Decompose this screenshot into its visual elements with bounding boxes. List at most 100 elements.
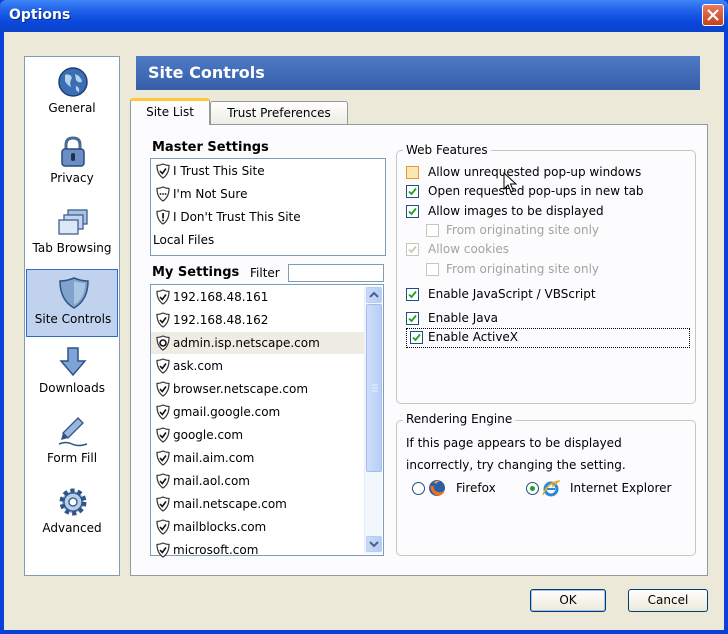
lock-icon (61, 136, 85, 167)
cookies-originating-checkbox[interactable] (426, 263, 439, 276)
chevron-up-icon (369, 291, 379, 298)
title-bar[interactable]: Options (0, 0, 728, 32)
allow-cookies-checkbox[interactable] (406, 243, 419, 256)
list-item-label: I'm Not Sure (173, 187, 248, 201)
popups-new-tab-label: Open requested pop-ups in new tab (428, 184, 644, 198)
panel-title: Site Controls (148, 63, 265, 82)
close-button[interactable] (702, 4, 724, 26)
site-list-item-label: mailblocks.com (173, 520, 267, 534)
site-list-item[interactable]: google.com (153, 424, 363, 446)
trust-shield-icon (156, 450, 170, 466)
site-list-scrollbar[interactable] (364, 286, 382, 554)
filter-label: Filter (250, 266, 280, 280)
site-list-item-label: mail.netscape.com (173, 497, 287, 511)
trust-shield-icon (156, 496, 170, 512)
check-icon (408, 207, 417, 216)
site-list-item[interactable]: browser.netscape.com (153, 378, 363, 400)
scroll-down-button[interactable] (366, 536, 382, 552)
site-list-item-label: 192.168.48.162 (173, 313, 269, 327)
cancel-button[interactable]: Cancel (628, 589, 708, 612)
ok-button[interactable]: OK (530, 589, 606, 612)
site-list-item[interactable]: admin.isp.netscape.com (151, 332, 365, 354)
site-list-item[interactable]: microsoft.com (153, 539, 363, 561)
site-list-item[interactable]: mail.aim.com (153, 447, 363, 469)
enable-activex-checkbox[interactable] (410, 331, 423, 344)
sidebar-item-general[interactable]: General (26, 59, 118, 127)
popup-windows-label: Allow unrequested pop-up windows (428, 165, 642, 179)
site-list-item[interactable]: 192.168.48.161 (153, 286, 363, 308)
site-list-item[interactable]: mailblocks.com (153, 516, 363, 538)
list-item-label: I Trust This Site (173, 164, 265, 178)
trust-shield-icon (156, 312, 170, 328)
site-list-item-label: microsoft.com (173, 543, 259, 557)
sidebar-item-form-fill[interactable]: Form Fill (26, 409, 118, 477)
sidebar-item-label: Tab Browsing (32, 241, 112, 255)
site-list[interactable]: 192.168.48.161 192.168.48.162 admin.isp.ne… (150, 284, 384, 558)
check-icon (408, 187, 417, 196)
site-list-item[interactable]: gmail.google.com (153, 401, 363, 423)
master-settings-heading: Master Settings (152, 140, 269, 155)
options-window: Options General Privacy Tab Browsing Sit… (0, 0, 728, 634)
internet-explorer-radio[interactable] (526, 482, 539, 495)
sidebar-item-site-controls[interactable]: Site Controls (26, 269, 118, 337)
scroll-thumb[interactable] (366, 304, 382, 472)
sidebar-item-advanced[interactable]: Advanced (26, 479, 118, 547)
enable-javascript-checkbox[interactable] (406, 288, 419, 301)
sidebar-item-tab-browsing[interactable]: Tab Browsing (26, 199, 118, 267)
window-title: Options (9, 7, 71, 23)
site-list-item[interactable]: ask.com (153, 355, 363, 377)
popup-windows-checkbox[interactable] (406, 166, 419, 179)
rendering-engine-heading: Rendering Engine (403, 412, 516, 426)
allow-images-label: Allow images to be displayed (428, 204, 604, 218)
trust-shield-icon (156, 404, 170, 420)
sidebar-item-label: Form Fill (46, 451, 98, 465)
master-settings-list: I Trust This Site I'm Not Sure I Don't T… (150, 158, 386, 256)
trust-shield-icon (156, 519, 170, 535)
enable-activex-label: Enable ActiveX (428, 330, 519, 344)
site-list-item[interactable]: 192.168.48.162 (153, 309, 363, 331)
web-features-heading: Web Features (403, 143, 491, 157)
panel-header: Site Controls (136, 56, 700, 90)
sidebar-item-label: Privacy (50, 171, 94, 185)
trust-shield-icon (156, 473, 170, 489)
site-list-item-label: admin.isp.netscape.com (173, 336, 320, 350)
allow-images-checkbox[interactable] (406, 205, 419, 218)
tab-label: Site List (146, 105, 194, 119)
sidebar-item-label: Advanced (42, 521, 102, 535)
globe-icon (58, 67, 88, 97)
sidebar-item-label: Site Controls (34, 312, 112, 326)
scroll-up-button[interactable] (366, 287, 382, 303)
enable-java-checkbox[interactable] (406, 312, 419, 325)
trust-shield-icon (156, 289, 170, 305)
radio-dot (530, 486, 535, 491)
sidebar-item-downloads[interactable]: Downloads (26, 339, 118, 407)
trust-shield-icon (156, 163, 170, 179)
rendering-description-line1: If this page appears to be displayed (406, 436, 622, 450)
allow-cookies-label: Allow cookies (428, 242, 510, 256)
chevron-down-icon (369, 541, 379, 548)
trust-shield-icon (156, 427, 170, 443)
trust-shield-icon (156, 542, 170, 558)
firefox-radio[interactable] (412, 482, 425, 495)
sidebar-item-privacy[interactable]: Privacy (26, 129, 118, 197)
site-list-item-label: mail.aol.com (173, 474, 250, 488)
close-icon (707, 9, 719, 21)
unsure-shield-icon (156, 186, 170, 202)
enable-javascript-label: Enable JavaScript / VBScript (428, 287, 596, 301)
site-list-item[interactable]: mail.netscape.com (153, 493, 363, 515)
check-icon (408, 245, 417, 254)
sidebar-item-label: General (48, 101, 96, 115)
popups-new-tab-checkbox[interactable] (406, 185, 419, 198)
tabs-icon (58, 209, 88, 235)
distrust-shield-icon (156, 209, 170, 225)
filter-input[interactable] (288, 264, 384, 282)
check-icon (412, 333, 421, 342)
site-list-item-label: 192.168.48.161 (173, 290, 269, 304)
images-originating-checkbox[interactable] (426, 224, 439, 237)
trust-shield-icon (156, 381, 170, 397)
rendering-description-line2: incorrectly, try changing the setting. (406, 458, 626, 472)
tab-trust-preferences[interactable]: Trust Preferences (210, 101, 348, 125)
check-icon (408, 314, 417, 323)
site-list-item[interactable]: mail.aol.com (153, 470, 363, 492)
tab-site-list[interactable]: Site List (130, 98, 210, 125)
